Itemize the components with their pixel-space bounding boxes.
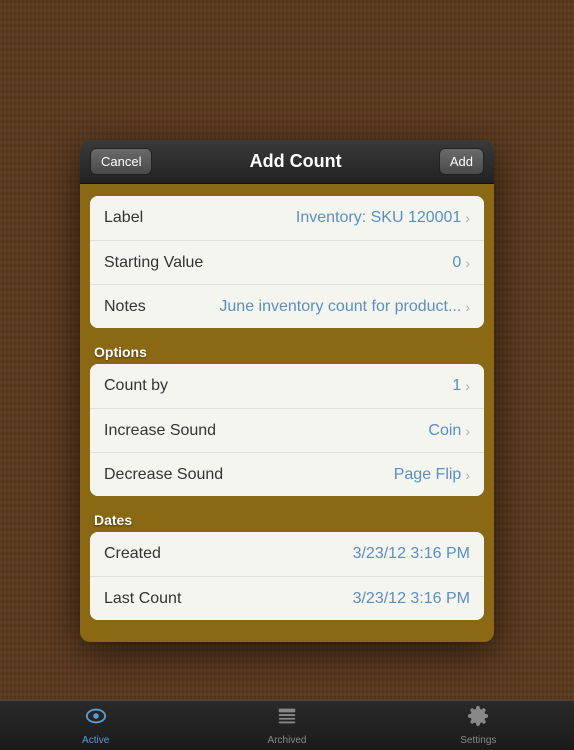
active-tab-label: Active (82, 735, 109, 746)
decrease-sound-row[interactable]: Decrease Sound Page Flip › (90, 452, 484, 496)
last-count-row: Last Count 3/23/12 3:16 PM (90, 576, 484, 620)
created-row: Created 3/23/12 3:16 PM (90, 532, 484, 576)
tab-archived[interactable]: Archived (191, 701, 382, 750)
add-button[interactable]: Add (439, 148, 484, 175)
notes-row[interactable]: Notes June inventory count for product..… (90, 284, 484, 328)
increase-sound-chevron: › (465, 423, 470, 439)
options-card: Count by 1 › Increase Sound Coin › Decre… (90, 364, 484, 496)
last-count-value: 3/23/12 3:16 PM (353, 590, 470, 608)
count-by-key: Count by (104, 377, 168, 395)
tab-settings[interactable]: Settings (383, 701, 574, 750)
notes-chevron: › (465, 299, 470, 315)
label-chevron: › (465, 210, 470, 226)
decrease-sound-value: Page Flip › (394, 466, 470, 484)
cancel-button[interactable]: Cancel (90, 148, 152, 175)
settings-tab-label: Settings (460, 735, 496, 746)
dates-header: Dates (90, 506, 484, 532)
modal-header: Cancel Add Count Add (80, 140, 494, 184)
info-card: Label Inventory: SKU 120001 › Starting V… (90, 196, 484, 328)
count-by-value: 1 › (452, 377, 470, 395)
decrease-sound-chevron: › (465, 467, 470, 483)
modal-title: Add Count (152, 151, 438, 172)
archived-tab-label: Archived (268, 735, 307, 746)
starting-value-key: Starting Value (104, 254, 203, 272)
increase-sound-value: Coin › (428, 422, 470, 440)
dates-card: Created 3/23/12 3:16 PM Last Count 3/23/… (90, 532, 484, 620)
modal-body: Label Inventory: SKU 120001 › Starting V… (80, 184, 494, 642)
archived-icon (276, 705, 298, 733)
options-header: Options (90, 338, 484, 364)
notes-key: Notes (104, 298, 146, 316)
count-by-chevron: › (465, 378, 470, 394)
notes-value: June inventory count for product... › (219, 298, 470, 316)
increase-sound-row[interactable]: Increase Sound Coin › (90, 408, 484, 452)
last-count-key: Last Count (104, 590, 181, 608)
starting-value-chevron: › (465, 255, 470, 271)
created-key: Created (104, 545, 161, 563)
label-row[interactable]: Label Inventory: SKU 120001 › (90, 196, 484, 240)
label-key: Label (104, 209, 143, 227)
label-value: Inventory: SKU 120001 › (296, 209, 470, 227)
tab-active[interactable]: Active (0, 701, 191, 750)
starting-value-value: 0 › (452, 254, 470, 272)
settings-icon (467, 705, 489, 733)
tab-bar: Active Archived Settings (0, 700, 574, 750)
active-icon (85, 705, 107, 733)
add-count-modal: Cancel Add Count Add Label Inventory: SK… (80, 140, 494, 642)
decrease-sound-key: Decrease Sound (104, 466, 223, 484)
increase-sound-key: Increase Sound (104, 422, 216, 440)
starting-value-row[interactable]: Starting Value 0 › (90, 240, 484, 284)
count-by-row[interactable]: Count by 1 › (90, 364, 484, 408)
created-value: 3/23/12 3:16 PM (353, 545, 470, 563)
